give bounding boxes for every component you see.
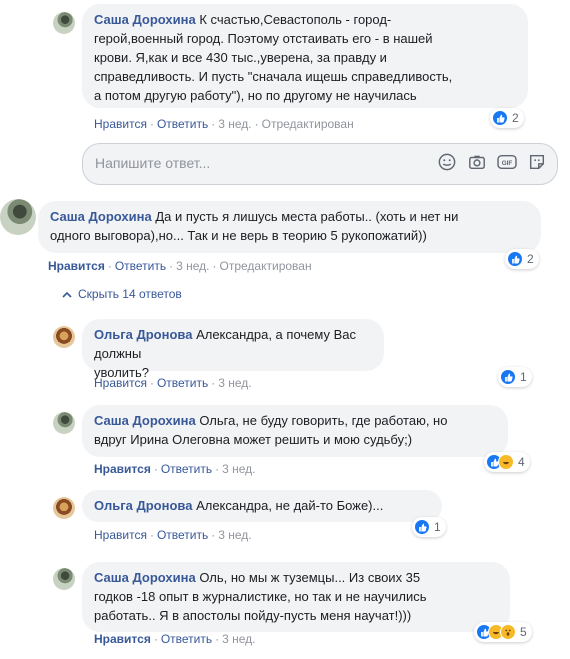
reactions-summary[interactable]: 2 [490, 108, 524, 128]
reaction-count: 2 [512, 111, 519, 125]
like-link[interactable]: Нравится [94, 632, 151, 646]
reply-placeholder[interactable]: Напишите ответ... [95, 155, 210, 171]
comment-text-line: К счастью,Севастополь - город- [199, 12, 392, 27]
avatar[interactable] [53, 497, 75, 519]
comment-actions: Нравится · Ответить · 3 нед. [94, 376, 252, 390]
reply-link[interactable]: Ответить [161, 632, 212, 646]
haha-reaction-icon [498, 454, 514, 470]
avatar[interactable] [53, 326, 75, 348]
comment-text-line: Ольга, не буду говорить, где работаю, но [199, 413, 448, 428]
like-link[interactable]: Нравится [94, 376, 147, 390]
sticker-icon[interactable] [527, 152, 547, 172]
timestamp[interactable]: 3 нед. [218, 117, 251, 131]
camera-icon[interactable] [467, 152, 487, 172]
chevron-up-icon [62, 287, 72, 301]
reply-link[interactable]: Ответить [157, 117, 208, 131]
reply-link[interactable]: Ответить [115, 259, 166, 273]
avatar[interactable] [53, 12, 75, 34]
comment-text-line: Да и пусть я лишусь места работы.. (хоть… [155, 209, 459, 224]
like-link[interactable]: Нравится [94, 462, 151, 476]
reactions-summary[interactable]: 5 [474, 622, 532, 642]
reactions-summary[interactable]: 1 [412, 517, 446, 537]
reaction-count: 1 [434, 520, 441, 534]
timestamp[interactable]: 3 нед. [222, 462, 255, 476]
reaction-count: 4 [518, 455, 525, 469]
gif-icon[interactable]: GIF [497, 152, 517, 172]
timestamp[interactable]: 3 нед. [176, 259, 209, 273]
comment-text-line: герой,военный город. Поэтому отстаивать … [94, 31, 433, 46]
comment-author[interactable]: Саша Дорохина [50, 209, 152, 224]
avatar[interactable] [0, 199, 36, 235]
comment-author[interactable]: Ольга Дронова [94, 498, 192, 513]
comment-bubble: Ольга Дронова Александра, не дай-то Боже… [82, 490, 442, 522]
reply-input[interactable]: Напишите ответ... GIF [82, 143, 558, 185]
comment-bubble: Саша Дорохина Ольга, не буду говорить, г… [82, 405, 508, 457]
reactions-summary[interactable]: 1 [498, 367, 532, 387]
comment-text-line: справедливость. И пусть "сначала ищешь с… [94, 69, 453, 84]
timestamp[interactable]: 3 нед. [222, 632, 255, 646]
edited-label[interactable]: Отредактирован [220, 259, 312, 273]
reply-toolbar: GIF [437, 152, 547, 172]
comment-text-line: работать.. Я в апостолы пойду-пусть меня… [94, 608, 412, 623]
timestamp[interactable]: 3 нед. [218, 528, 251, 542]
reaction-count: 2 [527, 252, 534, 266]
like-link[interactable]: Нравится [94, 117, 147, 131]
like-reaction-icon [414, 519, 430, 535]
timestamp[interactable]: 3 нед. [218, 376, 251, 390]
reply-link[interactable]: Ответить [161, 462, 212, 476]
comment-bubble: Саша Дорохина Оль, но мы ж туземцы... Из… [82, 562, 510, 632]
hide-replies-label: Скрыть 14 ответов [78, 287, 182, 301]
reactions-summary[interactable]: 4 [484, 452, 530, 472]
emoji-icon[interactable] [437, 152, 457, 172]
edited-label[interactable]: Отредактирован [262, 117, 354, 131]
comment-author[interactable]: Саша Дорохина [94, 570, 196, 585]
comment-text-line: Оль, но мы ж туземцы... Из своих 35 [199, 570, 421, 585]
comment-actions: Нравится · Ответить · 3 нед. [94, 528, 252, 542]
comment-bubble: Саша Дорохина Да и пусть я лишусь места … [38, 201, 541, 253]
comment-text-line: а потом другую работу"), но по другому н… [94, 88, 417, 103]
reply-link[interactable]: Ответить [157, 528, 208, 542]
like-link[interactable]: Нравится [94, 528, 147, 542]
comment-text-line: вдруг Ирина Олеговна может решить и мою … [94, 432, 413, 447]
like-link[interactable]: Нравится [48, 259, 105, 273]
hide-replies-link[interactable]: Скрыть 14 ответов [62, 287, 182, 301]
like-reaction-icon [507, 251, 523, 267]
comment-text-line: годков -18 опыт в журналистике, но так и… [94, 589, 427, 604]
comment-author[interactable]: Ольга Дронова [94, 327, 192, 342]
reaction-count: 5 [520, 625, 527, 639]
reaction-count: 1 [520, 370, 527, 384]
comment-text-line: Александра, не дай-то Боже)... [196, 498, 384, 513]
comment-author[interactable]: Саша Дорохина [94, 413, 196, 428]
comment-actions: Нравится · Ответить · 3 нед. [94, 632, 256, 646]
reactions-summary[interactable]: 2 [505, 249, 539, 269]
comment-actions: Нравится · Ответить · 3 нед. · Отредактирован [48, 259, 312, 273]
avatar[interactable] [53, 568, 75, 590]
comment-actions: Нравится · Ответить · 3 нед. [94, 462, 256, 476]
comment-text-line: одного выговора),но... Так и не верь в т… [50, 228, 427, 243]
reply-link[interactable]: Ответить [157, 376, 208, 390]
avatar[interactable] [53, 412, 75, 434]
like-reaction-icon [492, 110, 508, 126]
comment-bubble: Ольга Дронова Александра, а почему Вас д… [82, 319, 384, 380]
like-reaction-icon [500, 369, 516, 385]
comment-text-line: крови. Я,как и все 430 тыс.,уверена, за … [94, 50, 387, 65]
comment-actions: Нравится · Ответить · 3 нед. · Отредактирован [94, 117, 354, 131]
svg-text:GIF: GIF [502, 160, 513, 167]
wow-reaction-icon [500, 624, 516, 640]
comment-author[interactable]: Саша Дорохина [94, 12, 196, 27]
comment-bubble: Саша Дорохина К счастью,Севастополь - го… [82, 4, 528, 108]
